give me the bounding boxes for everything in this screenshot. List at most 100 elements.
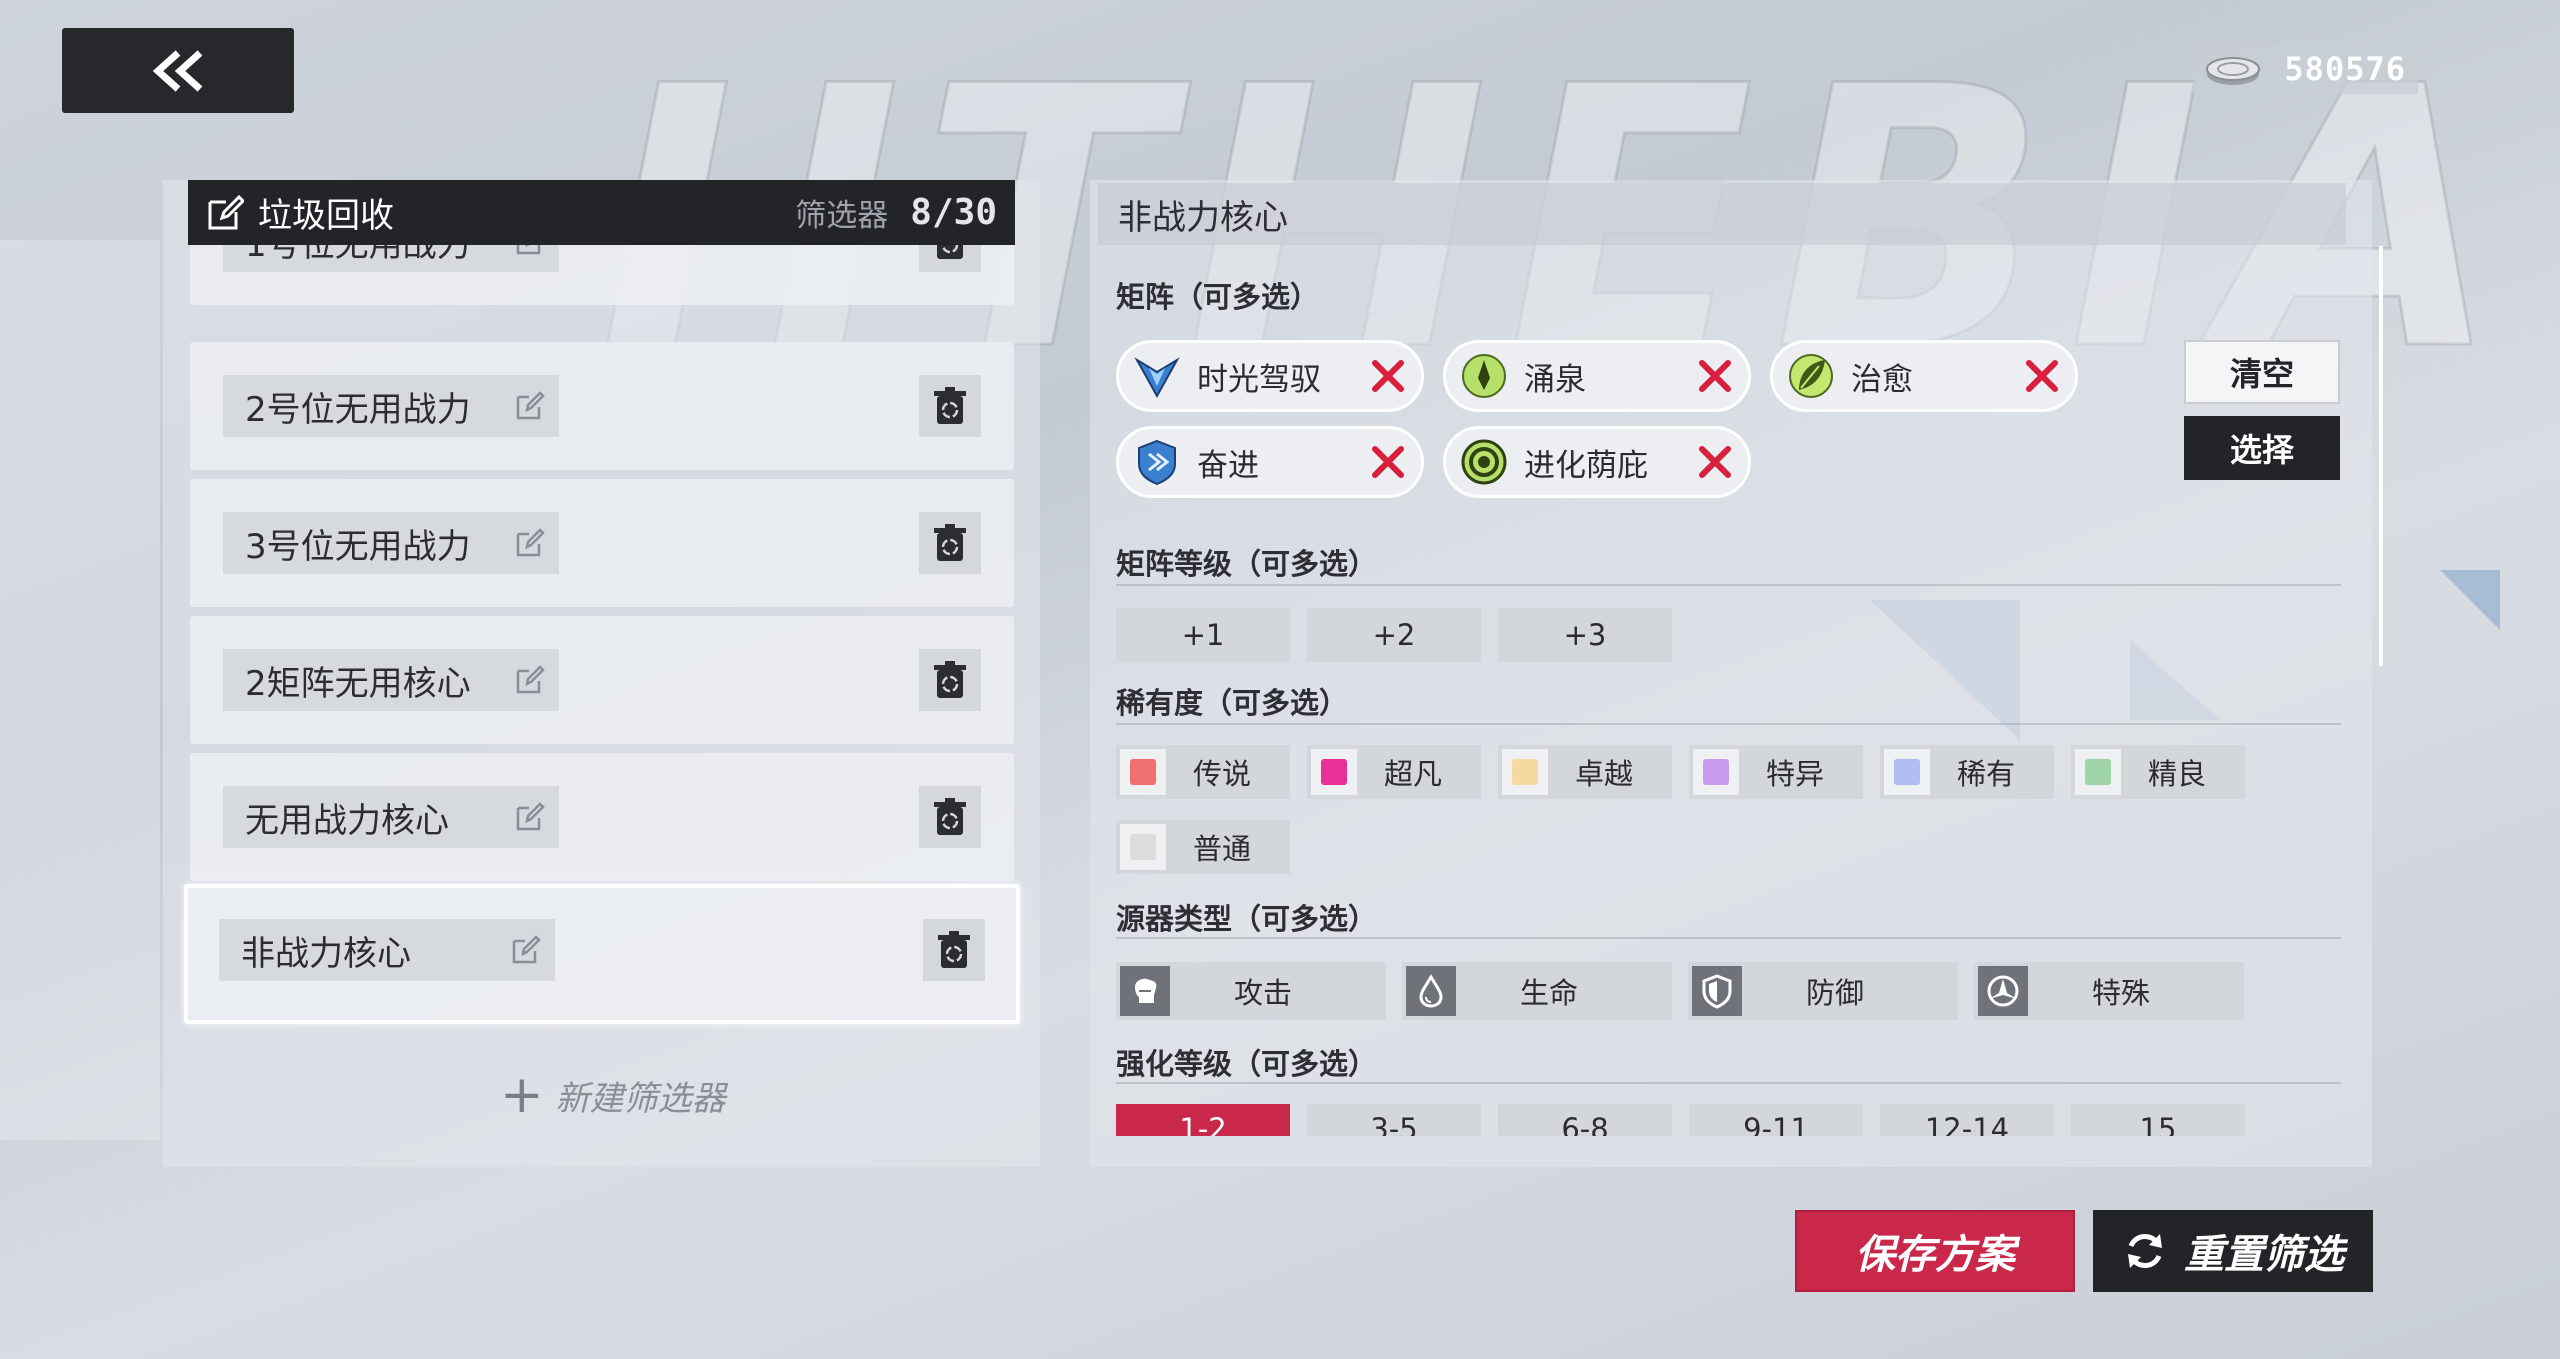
enhance-level-option-active[interactable]: 1-2 xyxy=(1116,1104,1290,1136)
filter-count: 8/30 xyxy=(910,192,997,233)
matrix-chip[interactable]: 治愈 xyxy=(1770,340,2078,412)
rarity-label: 超凡 xyxy=(1383,757,1442,791)
matrix-chip[interactable]: 奋进 xyxy=(1116,426,1424,498)
core-type-checkbox[interactable] xyxy=(1120,966,1170,1016)
rename-icon[interactable] xyxy=(515,245,545,256)
rarity-label: 传说 xyxy=(1192,757,1251,791)
enhance-level-section-label: 强化等级（可多选） xyxy=(1116,1047,1378,1081)
delete-filter-button[interactable] xyxy=(919,245,981,272)
rename-icon[interactable] xyxy=(515,802,545,832)
rarity-option[interactable]: 传说 xyxy=(1116,745,1290,799)
clear-matrix-button[interactable]: 清空 xyxy=(2184,340,2340,404)
rarity-color-swatch xyxy=(1703,759,1729,785)
enhance-level-option[interactable]: 12-14 xyxy=(1880,1104,2054,1136)
remove-x-icon[interactable] xyxy=(1369,357,1407,395)
recycle-bin-icon xyxy=(937,245,963,259)
attack-fist-icon xyxy=(1135,978,1157,1003)
core-type-option[interactable]: 攻击 xyxy=(1116,962,1386,1020)
matrix-chip[interactable]: 时光驾驭 xyxy=(1116,340,1424,412)
time-rider-icon xyxy=(1134,357,1180,399)
rename-icon[interactable] xyxy=(511,935,541,965)
remove-x-icon[interactable] xyxy=(1696,443,1734,481)
filter-item[interactable]: 2矩阵无用核心 xyxy=(190,616,1014,744)
rarity-option[interactable]: 特异 xyxy=(1689,745,1863,799)
matrix-level-option[interactable]: +3 xyxy=(1498,608,1672,662)
rarity-color-swatch xyxy=(2085,759,2111,785)
plus-icon: + xyxy=(500,1065,544,1125)
rarity-option[interactable]: 卓越 xyxy=(1498,745,1672,799)
recycle-bin-icon xyxy=(938,931,970,968)
core-type-option[interactable]: 特殊 xyxy=(1974,962,2244,1020)
filter-item[interactable]: 2号位无用战力 xyxy=(190,342,1014,470)
recycle-bin-icon xyxy=(934,798,966,835)
rarity-checkbox[interactable] xyxy=(1120,824,1166,870)
remove-x-icon[interactable] xyxy=(2023,357,2061,395)
core-type-checkbox[interactable] xyxy=(1692,966,1742,1016)
background-decoration xyxy=(0,240,160,1140)
evolution-shelter-icon xyxy=(1461,439,1507,485)
new-filter-button[interactable]: + 新建筛选器 xyxy=(500,1065,726,1125)
rarity-checkbox[interactable] xyxy=(1120,749,1166,795)
select-matrix-button[interactable]: 选择 xyxy=(2184,416,2340,480)
reset-filter-button[interactable]: 重置筛选 xyxy=(2093,1210,2373,1292)
delete-filter-button[interactable] xyxy=(919,375,981,437)
core-type-checkbox[interactable] xyxy=(1406,966,1456,1016)
filter-item[interactable]: 1号位无用战力 xyxy=(190,245,1014,305)
save-plan-button[interactable]: 保存方案 xyxy=(1795,1210,2075,1292)
filter-item[interactable]: 3号位无用战力 xyxy=(190,479,1014,607)
core-type-label: 特殊 xyxy=(2091,976,2150,1010)
currency-amount: 580576 xyxy=(2284,50,2406,88)
scrollbar[interactable] xyxy=(2379,246,2383,666)
rarity-checkbox[interactable] xyxy=(2075,749,2121,795)
enhance-level-option[interactable]: 9-11 xyxy=(1689,1104,1863,1136)
rename-icon[interactable] xyxy=(515,528,545,558)
special-star-icon xyxy=(1987,975,2019,1007)
matrix-level-option[interactable]: +1 xyxy=(1116,608,1290,662)
filter-name-box[interactable]: 无用战力核心 xyxy=(223,786,559,848)
rename-icon[interactable] xyxy=(515,391,545,421)
remove-x-icon[interactable] xyxy=(1369,443,1407,481)
matrix-chip-label: 涌泉 xyxy=(1524,361,1586,398)
rarity-checkbox[interactable] xyxy=(1502,749,1548,795)
delete-filter-button[interactable] xyxy=(919,649,981,711)
filter-item[interactable]: 无用战力核心 xyxy=(190,753,1014,881)
filter-name: 非战力核心 xyxy=(241,933,411,974)
core-type-option[interactable]: 防御 xyxy=(1688,962,1958,1020)
rarity-checkbox[interactable] xyxy=(1311,749,1357,795)
enhance-level-option[interactable]: 6-8 xyxy=(1498,1104,1672,1136)
enhance-level-options: 1-2 3-5 6-8 9-11 12-14 15 xyxy=(1116,1104,2356,1136)
delete-filter-button[interactable] xyxy=(919,512,981,574)
delete-filter-button[interactable] xyxy=(923,919,985,981)
matrix-chip[interactable]: 涌泉 xyxy=(1443,340,1751,412)
matrix-chip-label: 治愈 xyxy=(1851,361,1913,398)
remove-x-icon[interactable] xyxy=(1696,357,1734,395)
rarity-color-swatch xyxy=(1130,759,1156,785)
heal-leaf-icon xyxy=(1789,354,1833,398)
filter-name-box[interactable]: 1号位无用战力 xyxy=(223,245,559,272)
core-type-checkbox[interactable] xyxy=(1978,966,2028,1016)
background-decoration xyxy=(2440,570,2500,630)
core-type-label: 攻击 xyxy=(1233,976,1292,1010)
rarity-option[interactable]: 稀有 xyxy=(1880,745,2054,799)
core-type-option[interactable]: 生命 xyxy=(1402,962,1672,1020)
rarity-option[interactable]: 精良 xyxy=(2071,745,2245,799)
filter-item-selected[interactable]: 非战力核心 xyxy=(184,884,1020,1024)
matrix-level-option[interactable]: +2 xyxy=(1307,608,1481,662)
rarity-label: 卓越 xyxy=(1574,757,1633,791)
enhance-level-option[interactable]: 3-5 xyxy=(1307,1104,1481,1136)
rarity-checkbox[interactable] xyxy=(1693,749,1739,795)
back-button[interactable] xyxy=(62,28,294,113)
delete-filter-button[interactable] xyxy=(919,786,981,848)
enhance-level-option[interactable]: 15 xyxy=(2071,1104,2245,1136)
matrix-chip[interactable]: 进化荫庇 xyxy=(1443,426,1751,498)
reset-filter-label: 重置筛选 xyxy=(2184,1232,2344,1278)
rename-icon[interactable] xyxy=(515,665,545,695)
filter-name-box[interactable]: 非战力核心 xyxy=(219,919,555,981)
rarity-checkbox[interactable] xyxy=(1884,749,1930,795)
filter-name-box[interactable]: 2号位无用战力 xyxy=(223,375,559,437)
rarity-option[interactable]: 超凡 xyxy=(1307,745,1481,799)
rarity-option[interactable]: 普通 xyxy=(1116,820,1290,874)
filter-list[interactable]: 1号位无用战力 2号位无用战力 3号位无用战力 2矩阵无用核心 xyxy=(180,245,1025,1165)
filter-name-box[interactable]: 3号位无用战力 xyxy=(223,512,559,574)
filter-name-box[interactable]: 2矩阵无用核心 xyxy=(223,649,559,711)
